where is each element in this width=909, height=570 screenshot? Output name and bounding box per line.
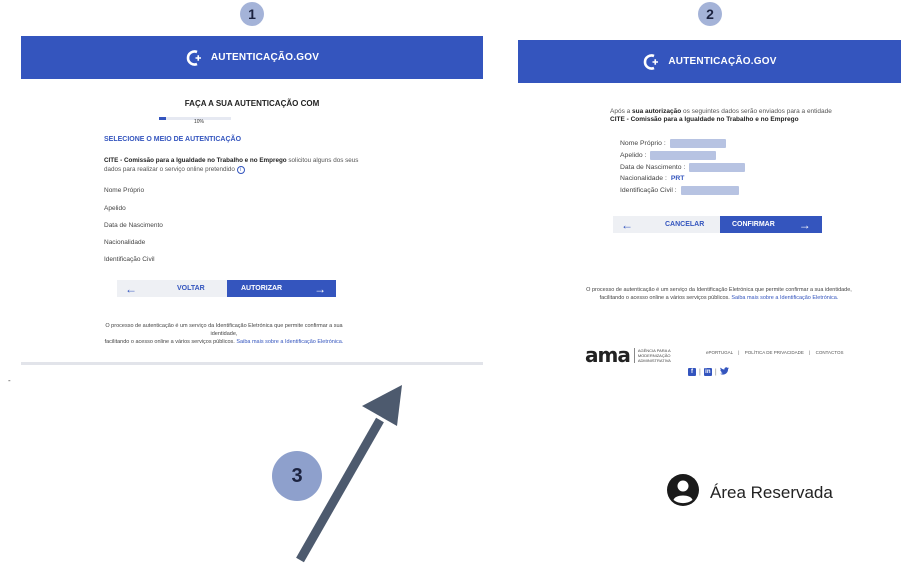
- back-button[interactable]: ← VOLTAR: [117, 280, 227, 297]
- auth-panel-1: FAÇA A SUA AUTENTICAÇÃO COM 10% SELECION…: [21, 79, 483, 365]
- field-nome-proprio: Nome Próprio: [104, 187, 145, 194]
- intro-c: os seguintes dados serão enviados para a…: [681, 108, 832, 115]
- arrow-up-right-icon: [296, 385, 402, 563]
- entity-name: CITE - Comissão para a Igualdade no Trab…: [104, 157, 287, 164]
- consent-field-apelido: Apelido :: [620, 151, 717, 160]
- consent-field-identificacao: Identificação Civil :: [620, 186, 739, 195]
- button-bar-2: ← CANCELAR CONFIRMAR →: [613, 216, 822, 233]
- auth-title: FAÇA A SUA AUTENTICAÇÃO COM: [184, 99, 320, 108]
- footer-line1-2: O processo de autenticação é um serviço …: [586, 287, 852, 293]
- user-account-icon: [666, 473, 700, 512]
- header-brand-1: AUTENTICAÇÃO.GOV: [210, 52, 320, 63]
- request-description: CITE - Comissão para a Igualdade no Trab…: [104, 156, 364, 174]
- redacted-value: [680, 186, 739, 195]
- intro-b: sua autorização: [632, 108, 682, 115]
- header-bar-1: AUTENTICAÇÃO.GOV: [21, 36, 483, 79]
- confirm-button[interactable]: CONFIRMAR →: [720, 216, 822, 233]
- step-badge-1: 1: [240, 2, 264, 26]
- header-brand-2: AUTENTICAÇÃO.GOV: [668, 56, 777, 67]
- progress-label: 10%: [194, 119, 205, 125]
- learn-more-link-2[interactable]: Saiba mais sobre a Identificação Eletrón…: [731, 295, 838, 301]
- consent-label-data: Data de Nascimento :: [620, 164, 686, 171]
- arrow-left-icon: ←: [621, 217, 633, 232]
- stray-mark: -: [8, 376, 11, 385]
- facebook-icon[interactable]: f: [688, 368, 696, 376]
- arrow-right-icon: →: [314, 281, 327, 296]
- intro-a: Após a: [610, 108, 633, 115]
- autenticacao-logo-icon-2: [642, 53, 660, 71]
- ama-logo[interactable]: ama AGÊNCIA PARA A MODERNIZAÇÃO ADMINIST…: [585, 343, 671, 367]
- confirm-label: CONFIRMAR: [732, 221, 775, 228]
- consent-label-apelido: Apelido :: [620, 152, 647, 159]
- social-links: f | in |: [688, 367, 729, 377]
- consent-field-nome: Nome Próprio :: [620, 139, 726, 148]
- arrow-left-icon: ←: [125, 281, 137, 296]
- twitter-icon[interactable]: [719, 367, 729, 377]
- link-eportugal[interactable]: ePORTUGAL: [706, 350, 733, 355]
- footer-links: ePORTUGAL | POLÍTICA DE PRIVACIDADE | CO…: [706, 350, 843, 355]
- consent-field-nacionalidade: Nacionalidade : PRT: [620, 175, 684, 182]
- info-icon[interactable]: i: [236, 166, 245, 174]
- footer-text-2: O processo de autenticação é um serviço …: [578, 286, 860, 302]
- reserved-area[interactable]: Área Reservada: [666, 473, 833, 512]
- select-method-heading: SELECIONE O MEIO DE AUTENTICAÇÃO: [104, 136, 242, 143]
- ama-subtitle: AGÊNCIA PARA A MODERNIZAÇÃO ADMINISTRATI…: [633, 347, 671, 363]
- redacted-value: [669, 139, 726, 148]
- field-identificacao-civil: Identificação Civil: [104, 256, 155, 263]
- footer-text-1: O processo de autenticação é um serviço …: [93, 322, 355, 346]
- consent-label-nacionalidade: Nacionalidade :: [620, 175, 667, 182]
- button-bar-1: ← VOLTAR AUTORIZAR →: [117, 280, 336, 297]
- consent-label-nome: Nome Próprio :: [620, 140, 666, 147]
- learn-more-link-1[interactable]: Saiba mais sobre a Identificação Eletrón…: [236, 339, 343, 345]
- cancel-label: CANCELAR: [665, 221, 705, 228]
- footer-line2-2: facilitando o acesso online a vários ser…: [599, 295, 730, 301]
- field-nacionalidade: Nacionalidade: [104, 239, 146, 246]
- arrow-right-icon: →: [798, 217, 811, 232]
- header-bar-2: AUTENTICAÇÃO.GOV: [518, 40, 901, 83]
- link-privacy[interactable]: POLÍTICA DE PRIVACIDADE: [745, 350, 804, 355]
- social-separator: |: [714, 368, 717, 376]
- cancel-button[interactable]: ← CANCELAR: [613, 216, 720, 233]
- field-data-nascimento: Data de Nascimento: [104, 222, 163, 229]
- redacted-value: [689, 163, 746, 172]
- footer-line2-1: facilitando o acesso online a vários ser…: [104, 339, 235, 345]
- progress-fill: [159, 117, 167, 120]
- autenticacao-logo-icon: [185, 49, 203, 67]
- consent-label-identificacao: Identificação Civil :: [620, 187, 677, 194]
- intro-entity: CITE - Comissão para a Igualdade no Trab…: [610, 116, 799, 123]
- link-separator: |: [809, 350, 811, 355]
- ama-sub-3: ADMINISTRATIVA: [637, 357, 671, 363]
- footer-line1-1: O processo de autenticação é um serviço …: [105, 323, 343, 337]
- ama-logo-text: ama: [585, 343, 631, 367]
- linkedin-icon[interactable]: in: [703, 368, 712, 376]
- reserved-area-label: Área Reservada: [710, 482, 833, 502]
- field-apelido: Apelido: [104, 205, 126, 212]
- back-label: VOLTAR: [177, 285, 205, 292]
- social-separator: |: [699, 368, 701, 376]
- link-separator: |: [738, 350, 740, 355]
- nacionalidade-value: PRT: [670, 175, 685, 182]
- consent-intro: Após a sua autorização os seguintes dado…: [610, 108, 835, 124]
- redacted-value: [650, 151, 717, 160]
- authorize-button[interactable]: AUTORIZAR →: [227, 280, 336, 297]
- link-contacts[interactable]: CONTACTOS: [816, 350, 844, 355]
- consent-field-data: Data de Nascimento :: [620, 163, 746, 172]
- authorize-label: AUTORIZAR: [241, 285, 283, 292]
- step-badge-2: 2: [698, 2, 722, 26]
